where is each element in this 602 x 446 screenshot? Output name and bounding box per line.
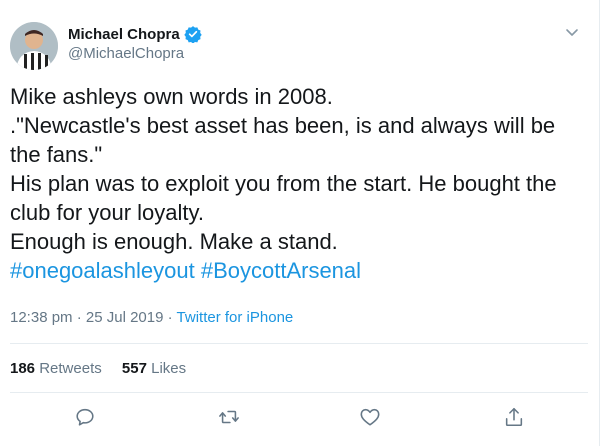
tweet-date[interactable]: 25 Jul 2019 [86,309,164,326]
retweet-icon[interactable] [218,406,240,428]
tweet-line: Enough is enough. Make a stand. [10,229,338,254]
like-icon[interactable] [359,406,381,428]
card-border [599,0,600,446]
meta-separator: · [167,309,173,326]
hashtag-line: #onegoalashleyout #BoycottArsenal [10,256,570,285]
meta-separator: · [76,309,82,326]
hashtag-link[interactable]: #onegoalashleyout [10,258,195,283]
verified-badge-icon [183,25,202,44]
likes-stat[interactable]: 557 Likes [122,360,186,377]
retweets-label: Retweets [39,360,102,377]
tweet-time[interactable]: 12:38 pm [10,309,73,326]
tweet-text: Mike ashleys own words in 2008. ."Newcas… [10,82,570,285]
divider [10,343,588,344]
hashtag-link[interactable]: #BoycottArsenal [201,258,361,283]
likes-label: Likes [151,360,187,377]
tweet-line: the fans." [10,142,103,167]
divider [10,392,588,393]
tweet-header: Michael Chopra @MichaelChopra [10,18,590,70]
display-name[interactable]: Michael Chopra [68,26,180,43]
likes-count: 557 [121,360,147,377]
tweet-stats: 186 Retweets 557 Likes [10,360,202,377]
retweets-stat[interactable]: 186 Retweets [10,360,102,377]
tweet-source-link[interactable]: Twitter for iPhone [177,309,294,326]
share-icon[interactable] [503,406,525,428]
tweet-line: Mike ashleys own words in 2008. [10,84,333,109]
action-bar [0,398,602,438]
tweet-meta: 12:38 pm · 25 Jul 2019 · Twitter for iPh… [10,309,293,326]
tweet-card: Michael Chopra @MichaelChopra Mike ashle… [0,0,602,446]
chevron-down-icon[interactable] [564,24,580,40]
retweets-count: 186 [10,360,36,377]
tweet-line: club for your loyalty. [10,200,205,225]
tweet-line: ."Newcastle's best asset has been, is an… [10,113,556,138]
avatar[interactable] [10,22,58,70]
author-handle[interactable]: @MichaelChopra [68,45,202,62]
tweet-line: His plan was to exploit you from the sta… [10,171,557,196]
reply-icon[interactable] [74,406,96,428]
author-names: Michael Chopra @MichaelChopra [68,24,202,62]
